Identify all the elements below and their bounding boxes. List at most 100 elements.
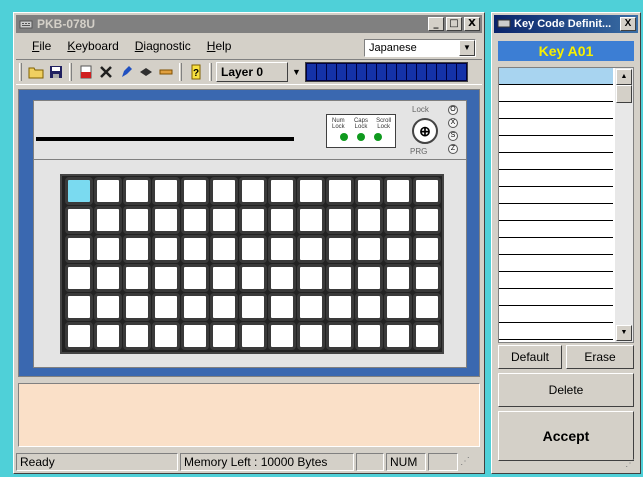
key-cell[interactable] [123, 264, 151, 292]
key-cell[interactable] [210, 235, 238, 263]
key-cell[interactable] [326, 293, 354, 321]
key-cell[interactable] [268, 206, 296, 234]
key-cell[interactable] [152, 177, 180, 205]
key-cell[interactable] [94, 293, 122, 321]
dash-icon[interactable] [157, 63, 175, 81]
key-code-row[interactable] [499, 85, 613, 102]
key-code-row[interactable] [499, 255, 613, 272]
toolbar-grip[interactable] [19, 63, 22, 81]
key-cell[interactable] [413, 293, 441, 321]
key-cell[interactable] [268, 264, 296, 292]
menu-keyboard[interactable]: Keyboard [59, 39, 126, 53]
key-cell[interactable] [384, 293, 412, 321]
key-cell[interactable] [65, 177, 93, 205]
key-cell[interactable] [413, 264, 441, 292]
key-cell[interactable] [384, 322, 412, 350]
key-code-row[interactable] [499, 102, 613, 119]
key-cell[interactable] [94, 322, 122, 350]
key-cell[interactable] [65, 264, 93, 292]
key-cell[interactable] [239, 235, 267, 263]
key-cell[interactable] [268, 293, 296, 321]
key-cell[interactable] [326, 235, 354, 263]
main-title-bar[interactable]: PKB-078U _ □ X [16, 15, 482, 33]
key-cell[interactable] [210, 264, 238, 292]
menu-diagnostic[interactable]: Diagnostic [127, 39, 199, 53]
key-cell[interactable] [239, 293, 267, 321]
resize-grip-icon[interactable]: ⋰ [460, 453, 474, 471]
key-code-row[interactable] [499, 323, 613, 340]
key-cell[interactable] [65, 235, 93, 263]
key-cell[interactable] [239, 177, 267, 205]
layer-dropdown-arrow-icon[interactable]: ▼ [292, 67, 301, 77]
lock-position-o[interactable]: O [448, 105, 458, 115]
key-cell[interactable] [181, 206, 209, 234]
menu-file[interactable]: File [16, 39, 59, 53]
scroll-down-icon[interactable]: ▼ [616, 325, 632, 341]
key-cell[interactable] [355, 293, 383, 321]
key-cell[interactable] [210, 322, 238, 350]
key-cell[interactable] [268, 322, 296, 350]
accept-button[interactable]: Accept [498, 411, 634, 461]
dropdown-arrow-icon[interactable]: ▼ [459, 40, 475, 56]
key-cell[interactable] [94, 235, 122, 263]
key-cell[interactable] [297, 206, 325, 234]
key-cell[interactable] [413, 177, 441, 205]
key-cell[interactable] [181, 177, 209, 205]
delete-x-icon[interactable] [97, 63, 115, 81]
help-icon[interactable]: ? [187, 63, 205, 81]
key-cell[interactable] [181, 322, 209, 350]
key-cell[interactable] [210, 293, 238, 321]
key-cell[interactable] [384, 206, 412, 234]
key-code-row[interactable] [499, 187, 613, 204]
key-cell[interactable] [326, 322, 354, 350]
key-cell[interactable] [326, 206, 354, 234]
minimize-button[interactable]: _ [428, 17, 444, 31]
key-cell[interactable] [384, 235, 412, 263]
key-code-close-button[interactable]: X [620, 17, 636, 31]
layer-select[interactable]: Layer 0 [216, 62, 288, 82]
key-cell[interactable] [297, 293, 325, 321]
key-cell[interactable] [355, 235, 383, 263]
key-cell[interactable] [239, 322, 267, 350]
save-disk-icon[interactable] [47, 63, 65, 81]
key-cell[interactable] [123, 206, 151, 234]
key-cell[interactable] [413, 322, 441, 350]
key-cell[interactable] [94, 177, 122, 205]
erase-button[interactable]: Erase [566, 345, 634, 369]
key-cell[interactable] [65, 293, 93, 321]
key-cell[interactable] [355, 177, 383, 205]
key-cell[interactable] [413, 235, 441, 263]
key-cell[interactable] [210, 177, 238, 205]
key-cell[interactable] [384, 177, 412, 205]
key-code-row[interactable] [499, 272, 613, 289]
key-cell[interactable] [297, 264, 325, 292]
key-cell[interactable] [152, 264, 180, 292]
key-cell[interactable] [326, 264, 354, 292]
key-cell[interactable] [297, 235, 325, 263]
key-code-row[interactable] [499, 170, 613, 187]
key-code-scrollbar[interactable]: ▲ ▼ [615, 68, 633, 342]
menu-help[interactable]: Help [199, 39, 240, 53]
key-cell[interactable] [355, 322, 383, 350]
scroll-thumb[interactable] [616, 85, 632, 103]
key-cell[interactable] [123, 235, 151, 263]
key-cell[interactable] [152, 322, 180, 350]
key-cell[interactable] [268, 235, 296, 263]
key-cell[interactable] [326, 177, 354, 205]
key-code-row[interactable] [499, 153, 613, 170]
key-cell[interactable] [210, 206, 238, 234]
key-cell[interactable] [384, 264, 412, 292]
scroll-up-icon[interactable]: ▲ [616, 69, 632, 85]
key-cell[interactable] [152, 235, 180, 263]
key-code-row[interactable] [499, 238, 613, 255]
key-code-row[interactable] [499, 119, 613, 136]
key-cell[interactable] [181, 235, 209, 263]
key-code-row[interactable] [499, 204, 613, 221]
key-cell[interactable] [65, 206, 93, 234]
key-cell[interactable] [413, 206, 441, 234]
key-code-row[interactable] [499, 306, 613, 323]
open-folder-icon[interactable] [27, 63, 45, 81]
key-code-title-bar[interactable]: Key Code Definit... X [494, 15, 638, 33]
key-cell[interactable] [355, 206, 383, 234]
key-code-row[interactable] [499, 289, 613, 306]
